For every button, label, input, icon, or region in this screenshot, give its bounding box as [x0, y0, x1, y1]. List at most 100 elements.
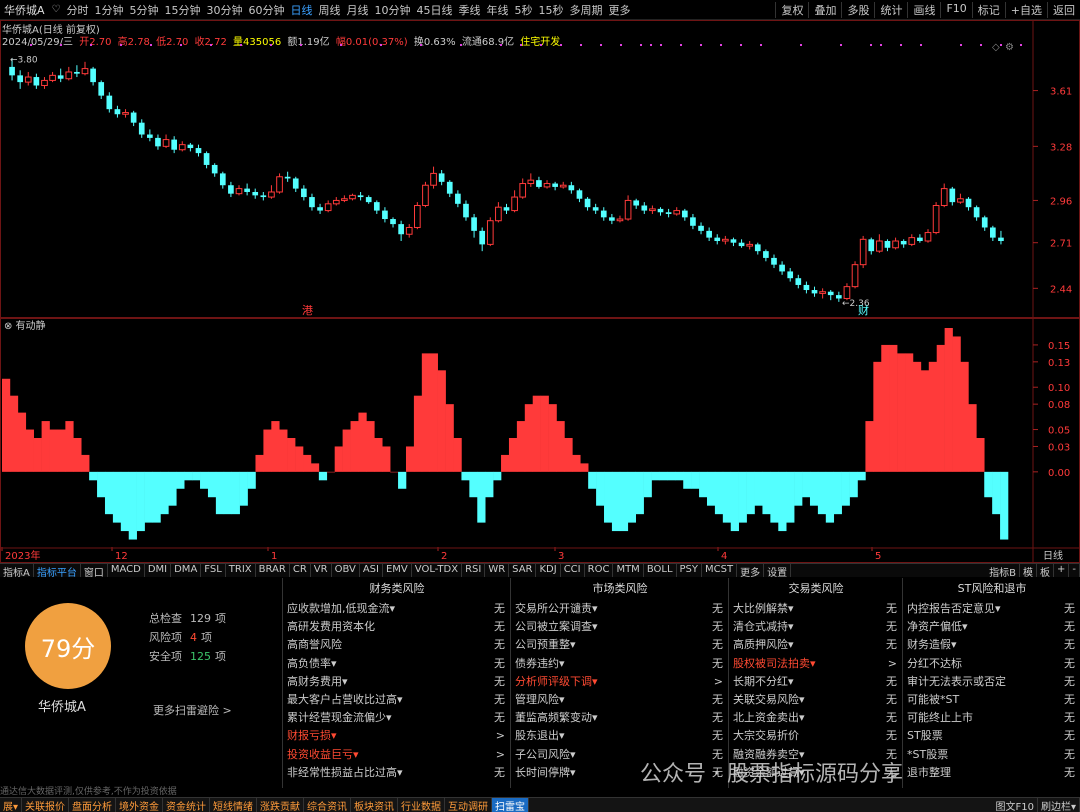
indicator-tab[interactable]: ASI [360, 564, 383, 577]
period-tab[interactable]: 45日线 [414, 2, 456, 18]
more-scan-link[interactable]: 更多扫雷避险 > [153, 702, 232, 718]
footer-tab[interactable]: 互动调研 [445, 798, 493, 812]
risk-item[interactable]: 高研发费用资本化 无 [283, 618, 511, 636]
period-tab[interactable]: 1分钟 [92, 2, 127, 18]
risk-item[interactable]: *ST股票 无 [903, 746, 1080, 764]
risk-item[interactable]: 内控报告否定意见▾ 无 [903, 600, 1080, 618]
indicator-tab[interactable]: DMI [145, 564, 172, 577]
indicator-tab[interactable]: VOL-TDX [412, 564, 463, 577]
period-tab[interactable]: 日线 [288, 2, 316, 18]
risk-item[interactable]: 投资收益巨亏▾ > [283, 746, 511, 764]
indicator-tab[interactable]: BOLL [644, 564, 677, 577]
period-tab[interactable]: 15分钟 [162, 2, 204, 18]
risk-item[interactable]: 管理风险▾ 无 [511, 691, 729, 709]
indicator-tab[interactable]: OBV [332, 564, 360, 577]
toolbar-button[interactable]: 返回 [1047, 1, 1080, 18]
footer-tab[interactable]: 行业数据 [398, 798, 446, 812]
risk-item[interactable]: 高财务费用▾ 无 [283, 673, 511, 691]
footer-right-tab[interactable]: 刷边栏▾ [1038, 798, 1080, 812]
risk-item[interactable]: 高负债率▾ 无 [283, 655, 511, 673]
indicator-tab[interactable]: WR [485, 564, 510, 577]
toolbar-button[interactable]: 标记 [971, 1, 1005, 18]
indicator-tab[interactable]: SAR [509, 564, 537, 577]
risk-item[interactable]: 高商誉风险 无 [283, 636, 511, 654]
footer-tab[interactable]: 盘面分析 [69, 798, 117, 812]
indicator-tab[interactable]: 设置 [764, 564, 792, 577]
indicator-tab[interactable]: 更多 [737, 564, 765, 577]
indicator-tab[interactable]: FSL [201, 564, 226, 577]
indicator-chart[interactable]: ⊗ 有动静0.150.130.100.080.050.030.002023年 12… [0, 318, 1080, 563]
footer-tab[interactable]: 综合资讯 [304, 798, 352, 812]
risk-item[interactable]: 可能被*ST 无 [903, 691, 1080, 709]
risk-item[interactable]: 交易所公开谴责▾ 无 [511, 600, 729, 618]
indicator-tab[interactable]: ROC [585, 564, 614, 577]
risk-item[interactable]: 净资产偏低▾ 无 [903, 618, 1080, 636]
toolbar-button[interactable]: 复权 [775, 1, 808, 18]
period-tab[interactable]: 年线 [484, 2, 512, 18]
risk-item[interactable]: 审计无法表示或否定 无 [903, 673, 1080, 691]
period-tab[interactable]: 分时 [64, 2, 92, 18]
indicator-tab-right[interactable]: - [1069, 564, 1080, 577]
indicator-tab[interactable]: MACD [108, 564, 145, 577]
indicator-tab[interactable]: CR [290, 564, 311, 577]
footer-tab[interactable]: 关联报价 [22, 798, 70, 812]
risk-item[interactable]: 董监高频繁变动▾ 无 [511, 709, 729, 727]
indicator-tab[interactable]: BRAR [256, 564, 290, 577]
risk-item[interactable]: 应收款增加,低现金流▾ 无 [283, 600, 511, 618]
risk-item[interactable]: 关联交易风险▾ 无 [729, 691, 903, 709]
footer-tab[interactable]: 扫雷宝 [492, 798, 530, 812]
indicator-tab-right[interactable]: 板 [1037, 564, 1054, 577]
indicator-tab[interactable]: 指标平台 [34, 564, 81, 577]
toolbar-button[interactable]: 叠加 [808, 1, 841, 18]
toolbar-button[interactable]: +自选 [1004, 1, 1047, 18]
risk-item[interactable]: 累计经营现金流偏少▾ 无 [283, 709, 511, 727]
risk-item[interactable]: ST股票 无 [903, 727, 1080, 745]
toolbar-button[interactable]: 多股 [841, 1, 874, 18]
risk-item[interactable]: 可能终止上市 无 [903, 709, 1080, 727]
toolbar-button[interactable]: F10 [940, 1, 971, 18]
price-chart[interactable]: 3.613.282.962.712.44←3.80←2.36港 财◇ ⚙ [0, 20, 1080, 318]
toolbar-button[interactable]: 画线 [907, 1, 940, 18]
indicator-tab[interactable]: EMV [383, 564, 412, 577]
risk-item[interactable]: 大比例解禁▾ 无 [729, 600, 903, 618]
risk-item[interactable]: 清仓式减持▾ 无 [729, 618, 903, 636]
period-tab[interactable]: 季线 [456, 2, 484, 18]
risk-item[interactable]: 财务造假▾ 无 [903, 636, 1080, 654]
indicator-tab[interactable]: 指标A [0, 564, 34, 577]
period-tab[interactable]: 周线 [316, 2, 344, 18]
risk-item[interactable]: 大宗交易折价 无 [729, 727, 903, 745]
risk-item[interactable]: 非经常性损益占比过高▾ 无 [283, 764, 511, 782]
risk-item[interactable]: 公司预重整▾ 无 [511, 636, 729, 654]
risk-item[interactable]: 分析师评级下调▾ > [511, 673, 729, 691]
indicator-tab[interactable]: VR [311, 564, 332, 577]
indicator-tab[interactable]: PSY [677, 564, 703, 577]
period-tab[interactable]: 15秒 [536, 2, 567, 18]
risk-item[interactable]: 股东退出▾ 无 [511, 727, 729, 745]
indicator-tab[interactable]: MTM [613, 564, 644, 577]
indicator-tab[interactable]: KDJ [536, 564, 561, 577]
footer-tab[interactable]: 展▾ [0, 798, 23, 812]
risk-item[interactable]: 分红不达标 无 [903, 655, 1080, 673]
footer-tab[interactable]: 板块资讯 [351, 798, 399, 812]
risk-item[interactable]: 财报亏损▾ > [283, 727, 511, 745]
period-tab[interactable]: 10分钟 [372, 2, 414, 18]
indicator-tab[interactable]: CCI [561, 564, 585, 577]
toolbar-button[interactable]: 统计 [874, 1, 907, 18]
heart-icon[interactable]: ♡ [49, 4, 64, 15]
indicator-tab[interactable]: TRIX [226, 564, 256, 577]
risk-item[interactable]: 退市整理 无 [903, 764, 1080, 782]
period-tab[interactable]: 60分钟 [246, 2, 288, 18]
period-tab[interactable]: 更多 [606, 2, 634, 18]
period-tab[interactable]: 月线 [344, 2, 372, 18]
risk-item[interactable]: 债券违约▾ 无 [511, 655, 729, 673]
indicator-tab[interactable]: RSI [462, 564, 486, 577]
period-tab[interactable]: 5秒 [512, 2, 536, 18]
indicator-tab-right[interactable]: 模 [1020, 564, 1037, 577]
period-tab[interactable]: 30分钟 [204, 2, 246, 18]
risk-item[interactable]: 高质押风险▾ 无 [729, 636, 903, 654]
risk-item[interactable]: 股权被司法拍卖▾ > [729, 655, 903, 673]
risk-item[interactable]: 公司被立案调查▾ 无 [511, 618, 729, 636]
footer-tab[interactable]: 短线情绪 [210, 798, 258, 812]
risk-item[interactable]: 北上资金卖出▾ 无 [729, 709, 903, 727]
indicator-tab-right[interactable]: + [1054, 564, 1070, 577]
